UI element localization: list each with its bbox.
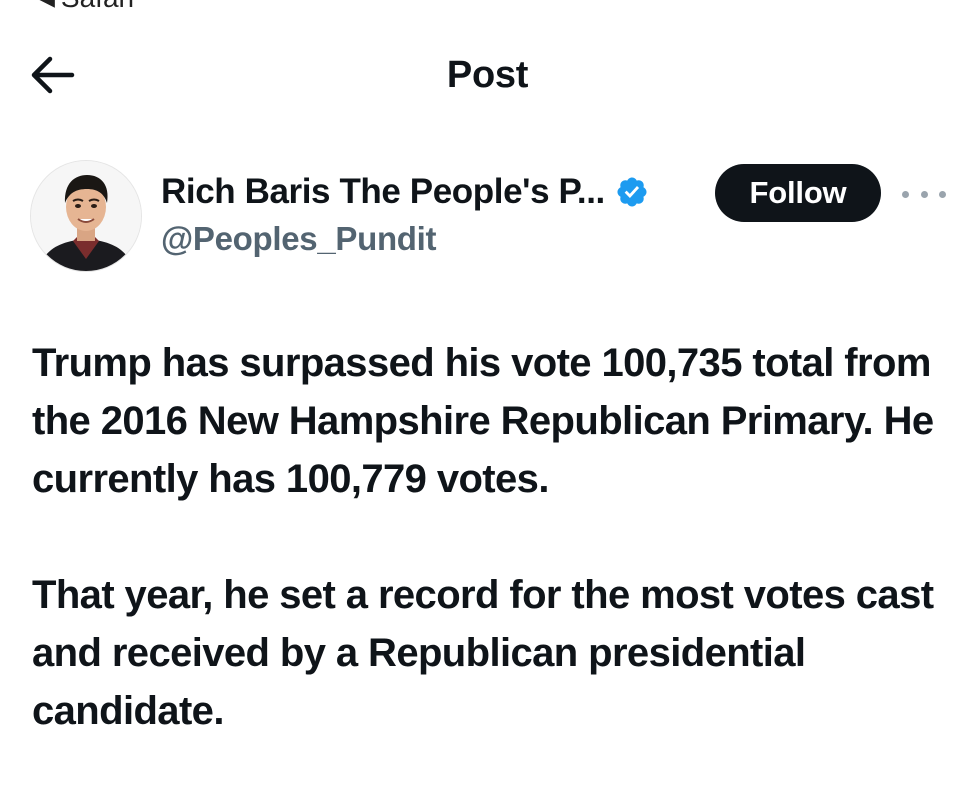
user-handle[interactable]: @Peoples_Pundit [161, 220, 437, 258]
top-navigation-bar: Post [0, 40, 975, 110]
status-bar-back-to-app[interactable]: ◀ Safari [38, 0, 134, 14]
back-app-label: Safari [61, 0, 134, 14]
verified-badge-icon[interactable] [615, 175, 649, 209]
follow-button[interactable]: Follow [715, 164, 881, 222]
more-horizontal-icon [920, 190, 928, 198]
avatar-portrait-image [31, 161, 141, 271]
page-title: Post [446, 54, 529, 96]
more-horizontal-icon [902, 190, 909, 198]
display-name-row[interactable]: Rich Baris The People's P... [161, 172, 649, 212]
avatar[interactable] [30, 160, 142, 272]
post-paragraph: Trump has surpassed his vote 100,735 tot… [32, 341, 934, 501]
post-paragraph: That year, he set a record for the most … [32, 573, 934, 733]
post-text: Trump has surpassed his vote 100,735 tot… [32, 334, 962, 740]
more-horizontal-icon [939, 190, 946, 198]
more-options-button[interactable] [902, 182, 946, 206]
post-author-header: Rich Baris The People's P... @Peoples_Pu… [0, 158, 975, 278]
chevron-left-icon: ◀ [38, 0, 55, 9]
display-name[interactable]: Rich Baris The People's P... [161, 172, 605, 212]
